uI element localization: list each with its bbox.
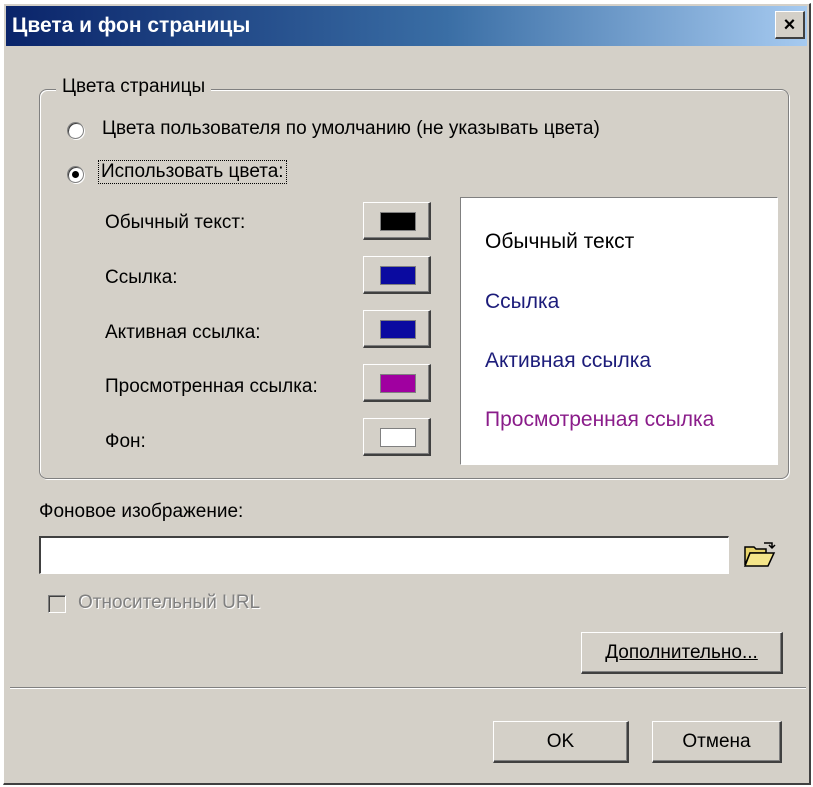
label-normal-text: Обычный текст:: [105, 212, 246, 233]
active-link-color-button[interactable]: [363, 310, 431, 348]
color-preview-pane: Обычный текст Ссылка Активная ссылка Про…: [460, 197, 778, 465]
background-image-label: Фоновое изображение:: [39, 501, 244, 522]
radio-custom-colors-label[interactable]: Использовать цвета:: [98, 160, 287, 184]
relative-url-checkbox[interactable]: [48, 595, 66, 613]
radio-default-colors-label[interactable]: Цвета пользователя по умолчанию (не указ…: [102, 118, 600, 140]
background-color-swatch: [380, 428, 416, 447]
window-title: Цвета и фон страницы: [12, 14, 251, 37]
radio-default-colors[interactable]: [67, 122, 84, 139]
background-image-input[interactable]: [39, 536, 729, 574]
ok-button[interactable]: OK: [493, 721, 629, 763]
normal-text-color-swatch: [380, 212, 416, 231]
open-folder-icon[interactable]: [742, 541, 776, 569]
preview-active-link: Активная ссылка: [485, 349, 652, 372]
advanced-button[interactable]: Дополнительно...: [581, 632, 783, 674]
close-icon: ×: [783, 13, 796, 36]
visited-link-color-swatch: [380, 374, 416, 393]
preview-visited-link: Просмотренная ссылка: [485, 408, 715, 431]
page-colors-group-title: Цвета страницы: [56, 76, 212, 98]
ok-button-label: OK: [546, 730, 575, 752]
visited-link-color-button[interactable]: [363, 364, 431, 402]
label-active-link: Активная ссылка:: [105, 322, 261, 343]
advanced-button-label: Дополнительно...: [605, 641, 758, 663]
link-color-button[interactable]: [363, 256, 431, 294]
label-background: Фон:: [105, 431, 146, 452]
radio-custom-colors[interactable]: [67, 166, 84, 183]
dialog-window: Цвета и фон страницы × Цвета страницы Цв…: [3, 3, 811, 785]
active-link-color-swatch: [380, 320, 416, 339]
open-folder-icon-graphic: [743, 542, 776, 567]
label-link: Ссылка:: [105, 267, 178, 288]
background-color-button[interactable]: [363, 418, 431, 456]
normal-text-color-button[interactable]: [363, 202, 431, 240]
close-button[interactable]: ×: [775, 11, 805, 39]
preview-link: Ссылка: [485, 290, 560, 313]
divider: [10, 687, 806, 689]
relative-url-label: Относительный URL: [78, 592, 261, 613]
cancel-button-label: Отмена: [682, 730, 751, 752]
label-visited-link: Просмотренная ссылка:: [105, 376, 318, 397]
preview-normal-text: Обычный текст: [485, 230, 635, 253]
cancel-button[interactable]: Отмена: [652, 721, 782, 763]
link-color-swatch: [380, 266, 416, 285]
title-bar[interactable]: Цвета и фон страницы ×: [6, 6, 807, 46]
